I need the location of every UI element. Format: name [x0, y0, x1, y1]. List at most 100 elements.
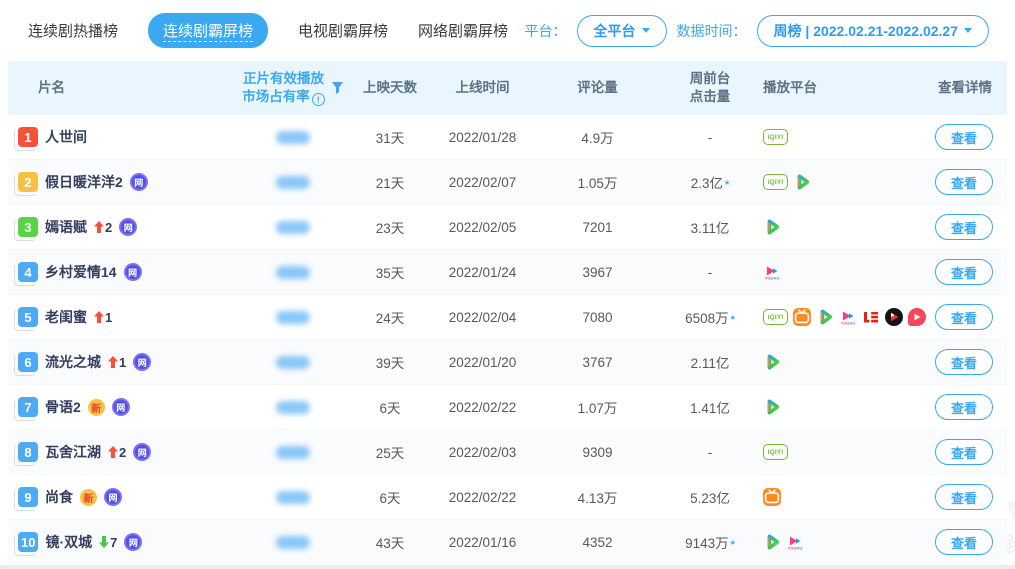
tab-label: 网络剧霸屏榜 — [418, 23, 509, 40]
clicks-value: 1.41亿 — [690, 401, 730, 416]
platforms-cell — [755, 398, 923, 416]
trend-value: 2 — [119, 444, 127, 460]
table-row: 7 骨语2 新网 6天 2022/02/22 1.07万 1.41亿 查看 — [8, 385, 1007, 430]
drama-title: 流光之城 — [45, 354, 101, 370]
drama-title: 乡村爱情14 — [45, 264, 117, 280]
web-drama-badge: 网 — [104, 488, 122, 506]
comments-cell: 3767 — [582, 354, 613, 370]
sort-funnel-icon[interactable] — [331, 82, 343, 94]
date-range-select[interactable]: 周榜 | 2022.02.21-2022.02.27 — [756, 14, 989, 47]
rank-badge: 2 — [14, 172, 38, 196]
tab-3[interactable]: 电视剧霸屏榜 — [298, 13, 388, 48]
chevron-down-icon — [641, 28, 650, 37]
view-button[interactable]: 查看 — [935, 529, 993, 555]
view-button[interactable]: 查看 — [935, 214, 993, 240]
online-date-cell: 2022/02/22 — [448, 489, 517, 505]
market-share-blurred-value — [275, 310, 310, 324]
table-body: 1 人世间 31天 2022/01/28 4.9万 - iQIYI 查看 2 假日暖洋洋2 网 21天… — [8, 115, 1007, 565]
market-share-blurred-value — [275, 445, 310, 459]
platform-select[interactable]: 全平台 — [576, 14, 667, 47]
drama-title: 人世间 — [45, 129, 87, 145]
view-button[interactable]: 查看 — [935, 304, 993, 330]
market-share-blurred-value — [275, 355, 310, 369]
table-row: 8 瓦舍江湖 2 网 25天 2022/02/03 9309 - iQIYI 查看 — [8, 430, 1007, 475]
clicks-cell: - — [665, 445, 755, 460]
days-cell: 39天 — [375, 356, 405, 371]
platforms-cell — [755, 488, 923, 506]
online-date-cell: 2022/01/20 — [448, 354, 517, 370]
trend-value: 1 — [105, 309, 113, 325]
market-share-blurred-value — [275, 175, 310, 189]
info-icon[interactable]: ! — [311, 93, 325, 107]
trend-value: 2 — [105, 219, 113, 235]
trend-value: 7 — [110, 534, 118, 550]
comments-cell: 4.9万 — [581, 131, 614, 146]
tab-4[interactable]: 网络剧霸屏榜 — [418, 13, 508, 48]
platforms-cell: YOUKU — [755, 533, 923, 551]
online-date-cell: 2022/01/28 — [448, 129, 517, 145]
drama-title: 假日暖洋洋2 — [45, 174, 123, 190]
sohu-icon — [885, 308, 903, 326]
trend-up-icon — [108, 356, 118, 368]
clicks-cell: - — [665, 265, 755, 280]
market-share-blurred-value — [275, 220, 310, 234]
clicks-cell: - — [665, 130, 755, 145]
clicks-cell: 2.11亿 — [665, 352, 755, 372]
bottom-strip — [0, 565, 1015, 569]
col-header-title: 片名 — [38, 79, 65, 95]
view-button[interactable]: 查看 — [935, 259, 993, 285]
online-date-cell: 2022/02/04 — [448, 309, 517, 325]
view-button[interactable]: 查看 — [935, 439, 993, 465]
drama-title: 嫣语赋 — [45, 219, 87, 235]
svg-text:YOUKU: YOUKU — [765, 276, 780, 281]
days-cell: 31天 — [375, 131, 405, 146]
web-drama-badge: 网 — [119, 218, 138, 236]
iqiyi-icon: iQIYI — [763, 309, 788, 325]
letv-icon — [862, 308, 880, 326]
days-cell: 6天 — [379, 491, 401, 506]
web-drama-badge: 网 — [123, 263, 142, 281]
youku-icon: YOUKU — [763, 263, 781, 281]
comments-cell: 4352 — [582, 534, 613, 550]
days-cell: 21天 — [375, 176, 405, 191]
col-header-detail: 查看详情 — [938, 79, 992, 95]
web-drama-badge: 网 — [124, 533, 143, 551]
view-button[interactable]: 查看 — [935, 349, 993, 375]
trend-up-icon — [94, 221, 104, 233]
tab-2[interactable]: 连续剧霸屏榜 — [148, 13, 269, 48]
tab-1[interactable]: 连续剧热播榜 — [28, 13, 118, 48]
rank-badge: 6 — [14, 352, 38, 376]
clicks-value: - — [707, 264, 713, 280]
tencent-icon — [793, 173, 811, 191]
view-button[interactable]: 查看 — [935, 169, 993, 195]
clicks-cell: 2.3亿 * — [665, 172, 755, 192]
table-row: 9 尚食新网 6天 2022/02/22 4.13万 5.23亿 查看 — [8, 475, 1007, 520]
rank-badge: 5 — [14, 307, 38, 331]
days-cell: 25天 — [375, 446, 405, 461]
online-date-cell: 2022/02/22 — [448, 399, 517, 415]
online-date-cell: 2022/02/05 — [448, 219, 517, 235]
youku-icon: YOUKU — [839, 308, 857, 326]
table-row: 5 老闺蜜 1 24天 2022/02/04 7080 6508万 * iQIYI YOUKU 查看 — [8, 295, 1007, 340]
col-header-market-share[interactable]: 正片有效播放 市场占有率! — [240, 70, 345, 107]
trend-indicator: 2 — [94, 220, 112, 235]
market-share-blurred-value — [275, 130, 310, 144]
view-button[interactable]: 查看 — [935, 394, 993, 420]
comments-cell: 1.05万 — [577, 176, 618, 191]
trend-up-icon — [108, 446, 118, 458]
tencent-icon — [763, 353, 781, 371]
top-bar: 连续剧热播榜 连续剧霸屏榜 电视剧霸屏榜 网络剧霸屏榜 平台： 全平台 数据时间： 周… — [0, 0, 1015, 61]
rank-badge: 4 — [14, 262, 38, 286]
view-button[interactable]: 查看 — [935, 484, 993, 510]
rank-badge: 7 — [14, 397, 38, 421]
mgtv-icon — [793, 308, 811, 326]
online-date-cell: 2022/02/07 — [448, 174, 517, 190]
clicks-value: 9143万 — [685, 536, 729, 551]
market-share-blurred-value — [275, 265, 310, 279]
table-row: 1 人世间 31天 2022/01/28 4.9万 - iQIYI 查看 — [8, 115, 1007, 160]
comments-cell: 4.13万 — [577, 491, 618, 506]
rank-badge: 1 — [14, 127, 38, 151]
view-button[interactable]: 查看 — [935, 124, 993, 150]
svg-text:YOUKU: YOUKU — [788, 546, 803, 551]
rank-badge: 9 — [14, 487, 38, 511]
